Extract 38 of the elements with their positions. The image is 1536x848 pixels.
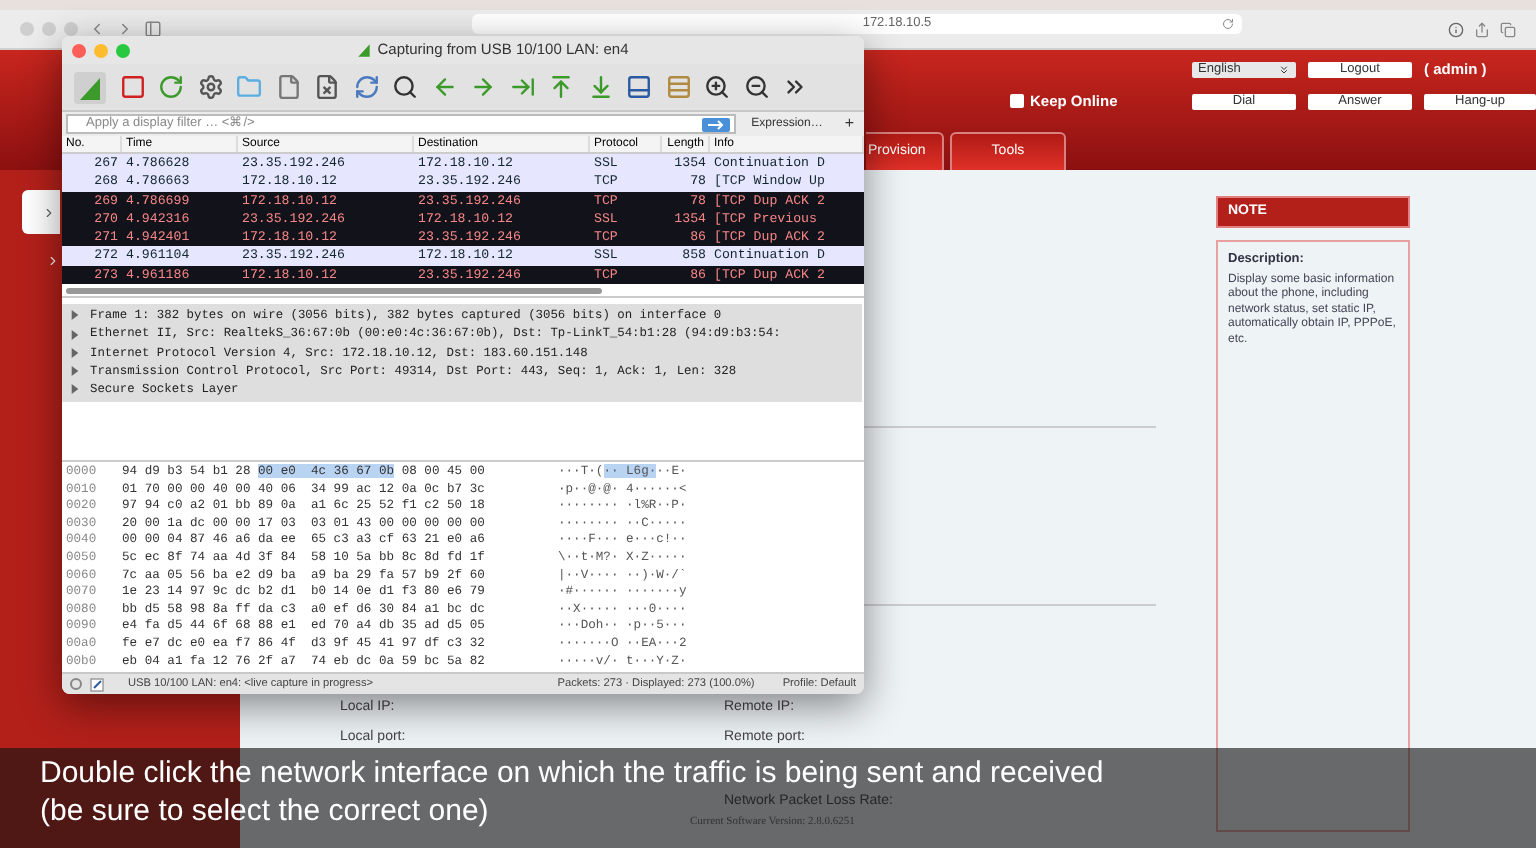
share-icon[interactable] xyxy=(1474,21,1490,37)
keep-online-checkbox[interactable] xyxy=(1010,94,1024,109)
sidebar-icon[interactable] xyxy=(144,20,162,38)
stop-icon[interactable] xyxy=(119,74,145,100)
fin-icon xyxy=(355,42,372,58)
close-file-icon[interactable] xyxy=(314,74,340,100)
settings-icon[interactable] xyxy=(197,74,223,100)
zoom-in-icon[interactable] xyxy=(704,74,730,100)
subtitle-line: Double click the network interface on which the traffic is being sent and received xyxy=(40,754,1104,792)
go-to-icon[interactable] xyxy=(509,74,535,100)
edit-icon[interactable] xyxy=(90,677,104,692)
autoscroll-icon[interactable] xyxy=(626,74,652,100)
restart-icon[interactable] xyxy=(158,74,184,100)
file-icon[interactable] xyxy=(275,74,301,100)
chevron-icon[interactable] xyxy=(46,254,60,268)
select-arrows-icon xyxy=(1278,63,1290,76)
search-icon[interactable] xyxy=(392,74,418,100)
zoom-out-icon[interactable] xyxy=(743,74,769,100)
add-filter-button[interactable]: + xyxy=(838,114,860,134)
menu-item[interactable] xyxy=(22,190,60,234)
more-icon[interactable] xyxy=(782,74,808,100)
back-icon[interactable] xyxy=(88,20,106,38)
arrow-up-icon[interactable] xyxy=(548,74,574,100)
scrollbar-thumb[interactable] xyxy=(66,287,602,294)
chevron-icon xyxy=(42,205,56,219)
arrow-down-icon[interactable] xyxy=(587,74,613,100)
arrow-right-icon[interactable] xyxy=(470,74,496,100)
subtitle-line: (be sure to select the correct one) xyxy=(40,792,489,830)
reload-icon[interactable] xyxy=(353,74,379,100)
forward-icon[interactable] xyxy=(116,20,134,38)
colorize-icon[interactable] xyxy=(665,74,691,100)
arrow-left-icon[interactable] xyxy=(431,74,457,100)
tabs-icon[interactable] xyxy=(1500,21,1516,37)
close-button[interactable] xyxy=(72,43,86,57)
info-icon[interactable] xyxy=(1448,21,1464,37)
zoom-button[interactable] xyxy=(116,43,130,57)
folder-icon[interactable] xyxy=(236,74,262,100)
reload-icon[interactable] xyxy=(1222,18,1234,30)
